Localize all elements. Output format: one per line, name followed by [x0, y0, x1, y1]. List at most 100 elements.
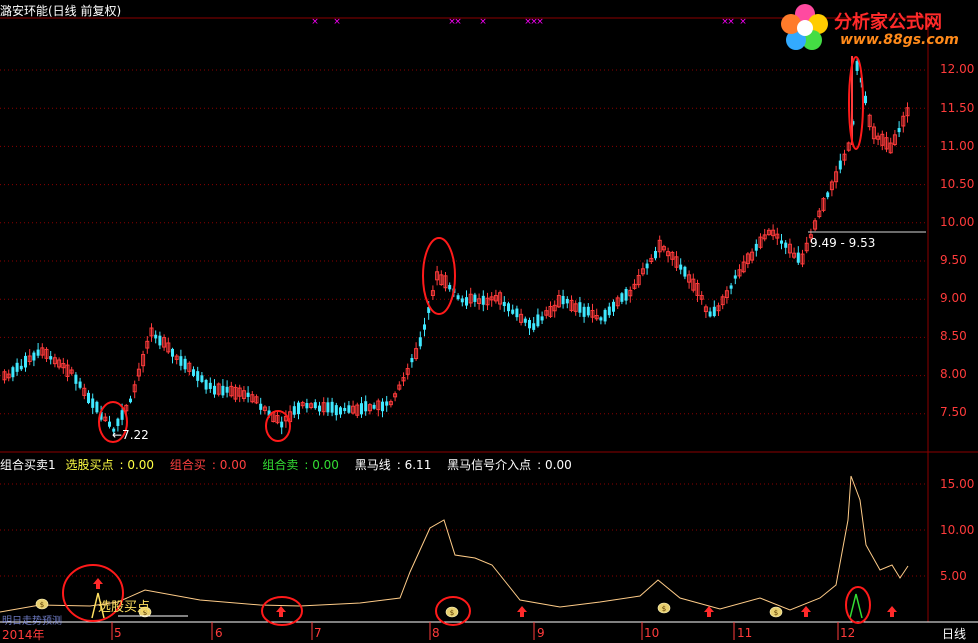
candle-body: [129, 398, 132, 403]
indicator-tick: 10.00: [940, 523, 975, 537]
candle-body: [624, 288, 628, 301]
candle-body: [343, 407, 347, 411]
candle-body: [838, 160, 842, 170]
candle-body: [24, 355, 27, 368]
flower-logo-icon: [781, 4, 828, 50]
price-tick: 8.50: [940, 329, 967, 343]
candle-body: [532, 323, 536, 330]
x-marker: ×: [727, 17, 735, 27]
candle-body: [372, 404, 376, 409]
indicator-polyline: [0, 475, 909, 613]
candle-body: [578, 302, 582, 313]
candle-body: [213, 385, 216, 395]
candle-body: [507, 303, 510, 312]
candle-body: [179, 356, 183, 366]
candle-body: [603, 309, 607, 322]
candle-body: [586, 306, 590, 316]
candle-body: [607, 306, 611, 316]
x-label: 8: [432, 626, 440, 640]
candle-body: [208, 382, 212, 389]
candle-body: [183, 358, 187, 370]
candle-body: [654, 250, 657, 259]
forecast-legend: 明日走势预测: [2, 616, 62, 627]
candle-body: [540, 316, 544, 321]
price-tick: 10.50: [940, 177, 975, 191]
candle-body: [246, 392, 250, 397]
candle-body: [196, 371, 200, 381]
candle-body: [712, 306, 716, 317]
candle-body: [448, 284, 452, 290]
x-label: 7: [314, 626, 322, 640]
x-marker: ×: [333, 17, 341, 27]
candle-body: [158, 335, 162, 346]
candle-body: [561, 295, 565, 305]
signal-markers: × × ×× × ××× ×× ×$$ $ $ $: [35, 17, 897, 618]
x-marker: ×: [536, 17, 544, 27]
candle-body: [330, 401, 334, 413]
candle-body: [796, 252, 800, 263]
buy-arrow-icon: [276, 606, 286, 617]
period-tab[interactable]: 日线: [942, 625, 966, 642]
price-tick: 10.00: [940, 215, 975, 229]
indicator-title: 组合买卖1 选股买点: 0.00 组合买: 0.00 组合卖: 0.00 黑马线…: [0, 456, 584, 473]
candle-body: [11, 367, 15, 378]
price-tick: 9.00: [940, 291, 967, 305]
x-label: 6: [215, 626, 223, 640]
buy-arrow-icon: [887, 606, 897, 617]
candle-body: [381, 401, 384, 412]
candle-body: [481, 295, 485, 305]
candle-body: [565, 298, 569, 304]
chart-canvas[interactable]: × × ×× × ××× ×× ×$$ $ $ $: [0, 0, 978, 642]
candle-body: [292, 406, 296, 415]
candle-body: [502, 301, 506, 307]
candle-body: [91, 398, 95, 408]
candle-body: [780, 240, 783, 244]
x-label: 5: [114, 626, 122, 640]
x-marker: ×: [454, 17, 462, 27]
price-tick: 11.00: [940, 139, 975, 153]
buy-arrow-icon: [93, 578, 103, 589]
indicator-tick: 5.00: [940, 569, 967, 583]
candle-body: [864, 95, 867, 104]
money-bag-symbol: $: [450, 609, 454, 617]
x-label: 10: [644, 626, 660, 640]
indicator-name: 组合买卖1: [0, 458, 56, 472]
indicator-tick: 15.00: [940, 477, 975, 491]
candle-body: [729, 285, 733, 289]
candle-body: [855, 61, 859, 71]
candle-body: [280, 421, 284, 428]
price-tick: 7.50: [940, 405, 967, 419]
candle-body: [347, 405, 351, 413]
highlight-circles: [62, 56, 871, 626]
candle-body: [192, 369, 195, 376]
candle-body: [460, 298, 464, 303]
candle-body: [456, 295, 460, 300]
candle-body: [528, 319, 531, 329]
candle-body: [599, 317, 603, 321]
x-marker: ×: [311, 17, 319, 27]
candle-body: [36, 349, 40, 356]
site-logo: 分析家公式网 www.88gs.com: [778, 2, 976, 54]
candle-body: [297, 402, 300, 415]
candle-body: [74, 374, 78, 384]
x-label: 11: [737, 626, 753, 640]
candle-body: [19, 365, 23, 370]
candle-body: [318, 405, 321, 412]
candle-body: [683, 266, 687, 277]
price-tick: 8.00: [940, 367, 967, 381]
candle-body: [612, 301, 615, 312]
candle-body: [32, 352, 36, 361]
candle-body: [465, 297, 468, 306]
buy-arrow-icon: [704, 606, 714, 617]
price-tick: 11.50: [940, 101, 975, 115]
x-label: 9: [537, 626, 545, 640]
candle-body: [754, 243, 758, 251]
chart-title: 潞安环能(日线 前复权): [0, 4, 122, 18]
indicator-item-entry: 黑马信号介入点: 0.00: [447, 458, 572, 472]
candle-body: [259, 403, 263, 410]
candle-body: [708, 311, 712, 317]
candle-body: [784, 242, 788, 248]
candle-body: [87, 392, 90, 404]
range-label: 9.49 - 9.53: [810, 236, 876, 250]
candlestick-series[interactable]: [2, 56, 910, 436]
